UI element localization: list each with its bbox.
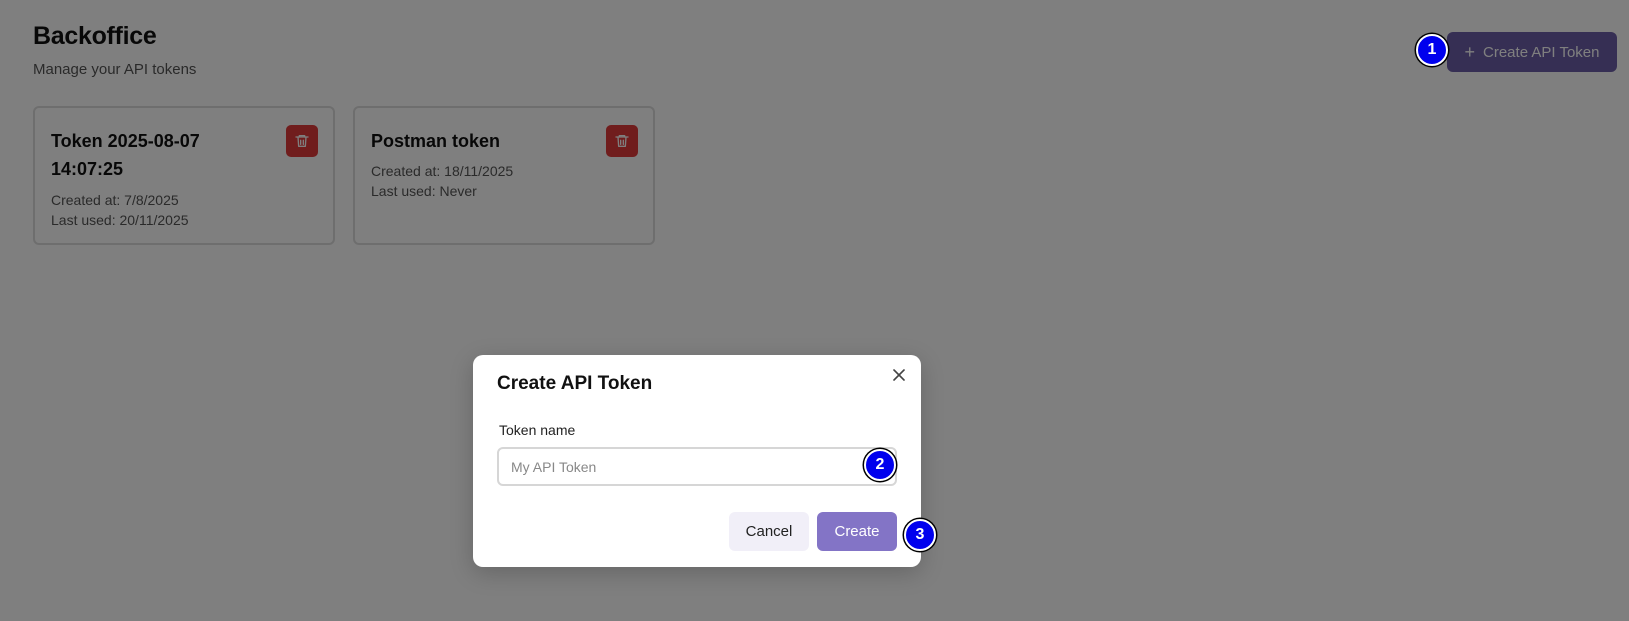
cancel-button[interactable]: Cancel	[729, 512, 809, 551]
create-token-dialog: Create API Token Token name Cancel Creat…	[473, 355, 921, 567]
annotation-marker-2: 2	[864, 449, 896, 481]
dialog-title: Create API Token	[497, 373, 653, 394]
create-button[interactable]: Create	[817, 512, 897, 551]
token-name-label: Token name	[499, 422, 576, 438]
token-name-input[interactable]	[497, 447, 897, 486]
backoffice-page: Backoffice Manage your API tokens + Crea…	[0, 0, 1629, 621]
annotation-marker-1: 1	[1416, 34, 1448, 66]
close-dialog-button[interactable]	[889, 365, 909, 385]
annotation-marker-3: 3	[904, 519, 936, 551]
close-icon	[893, 369, 905, 381]
